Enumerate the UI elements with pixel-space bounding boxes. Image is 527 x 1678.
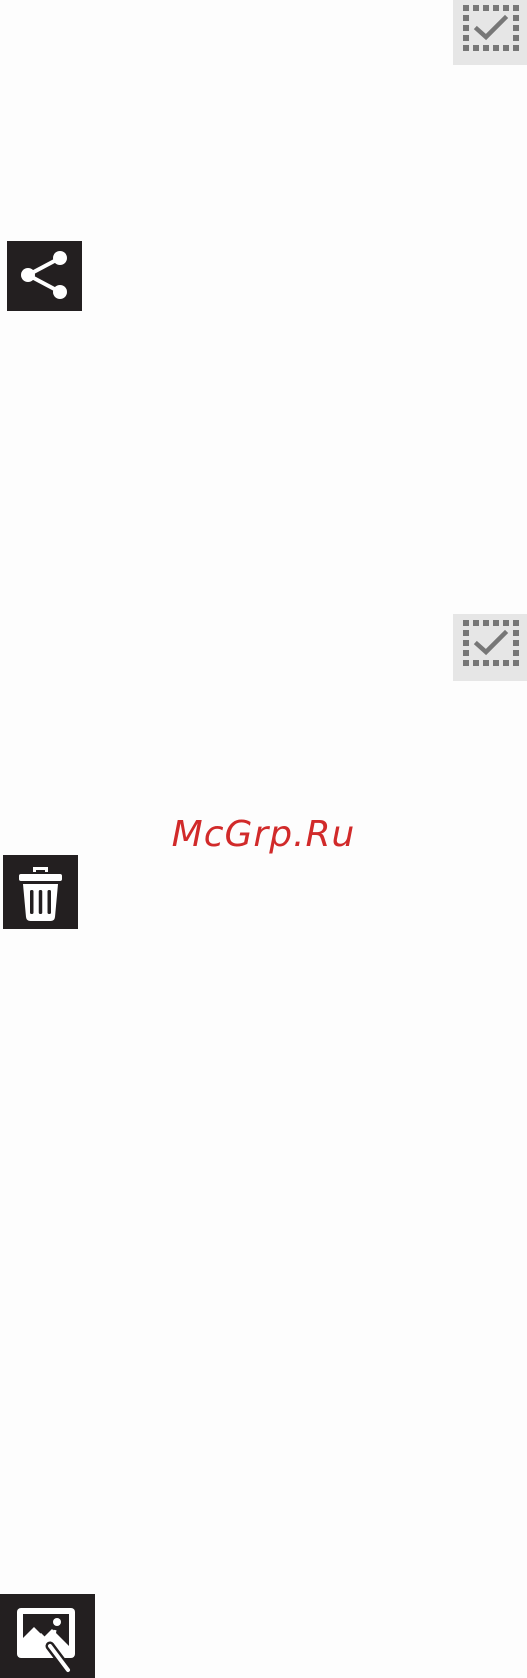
delete-icon — [3, 855, 78, 929]
edit-image-icon — [0, 1594, 95, 1678]
select-all-icon — [453, 614, 527, 681]
select-all-icon — [453, 0, 527, 65]
watermark-text: McGrp.Ru — [171, 814, 356, 855]
share-icon — [7, 241, 82, 311]
